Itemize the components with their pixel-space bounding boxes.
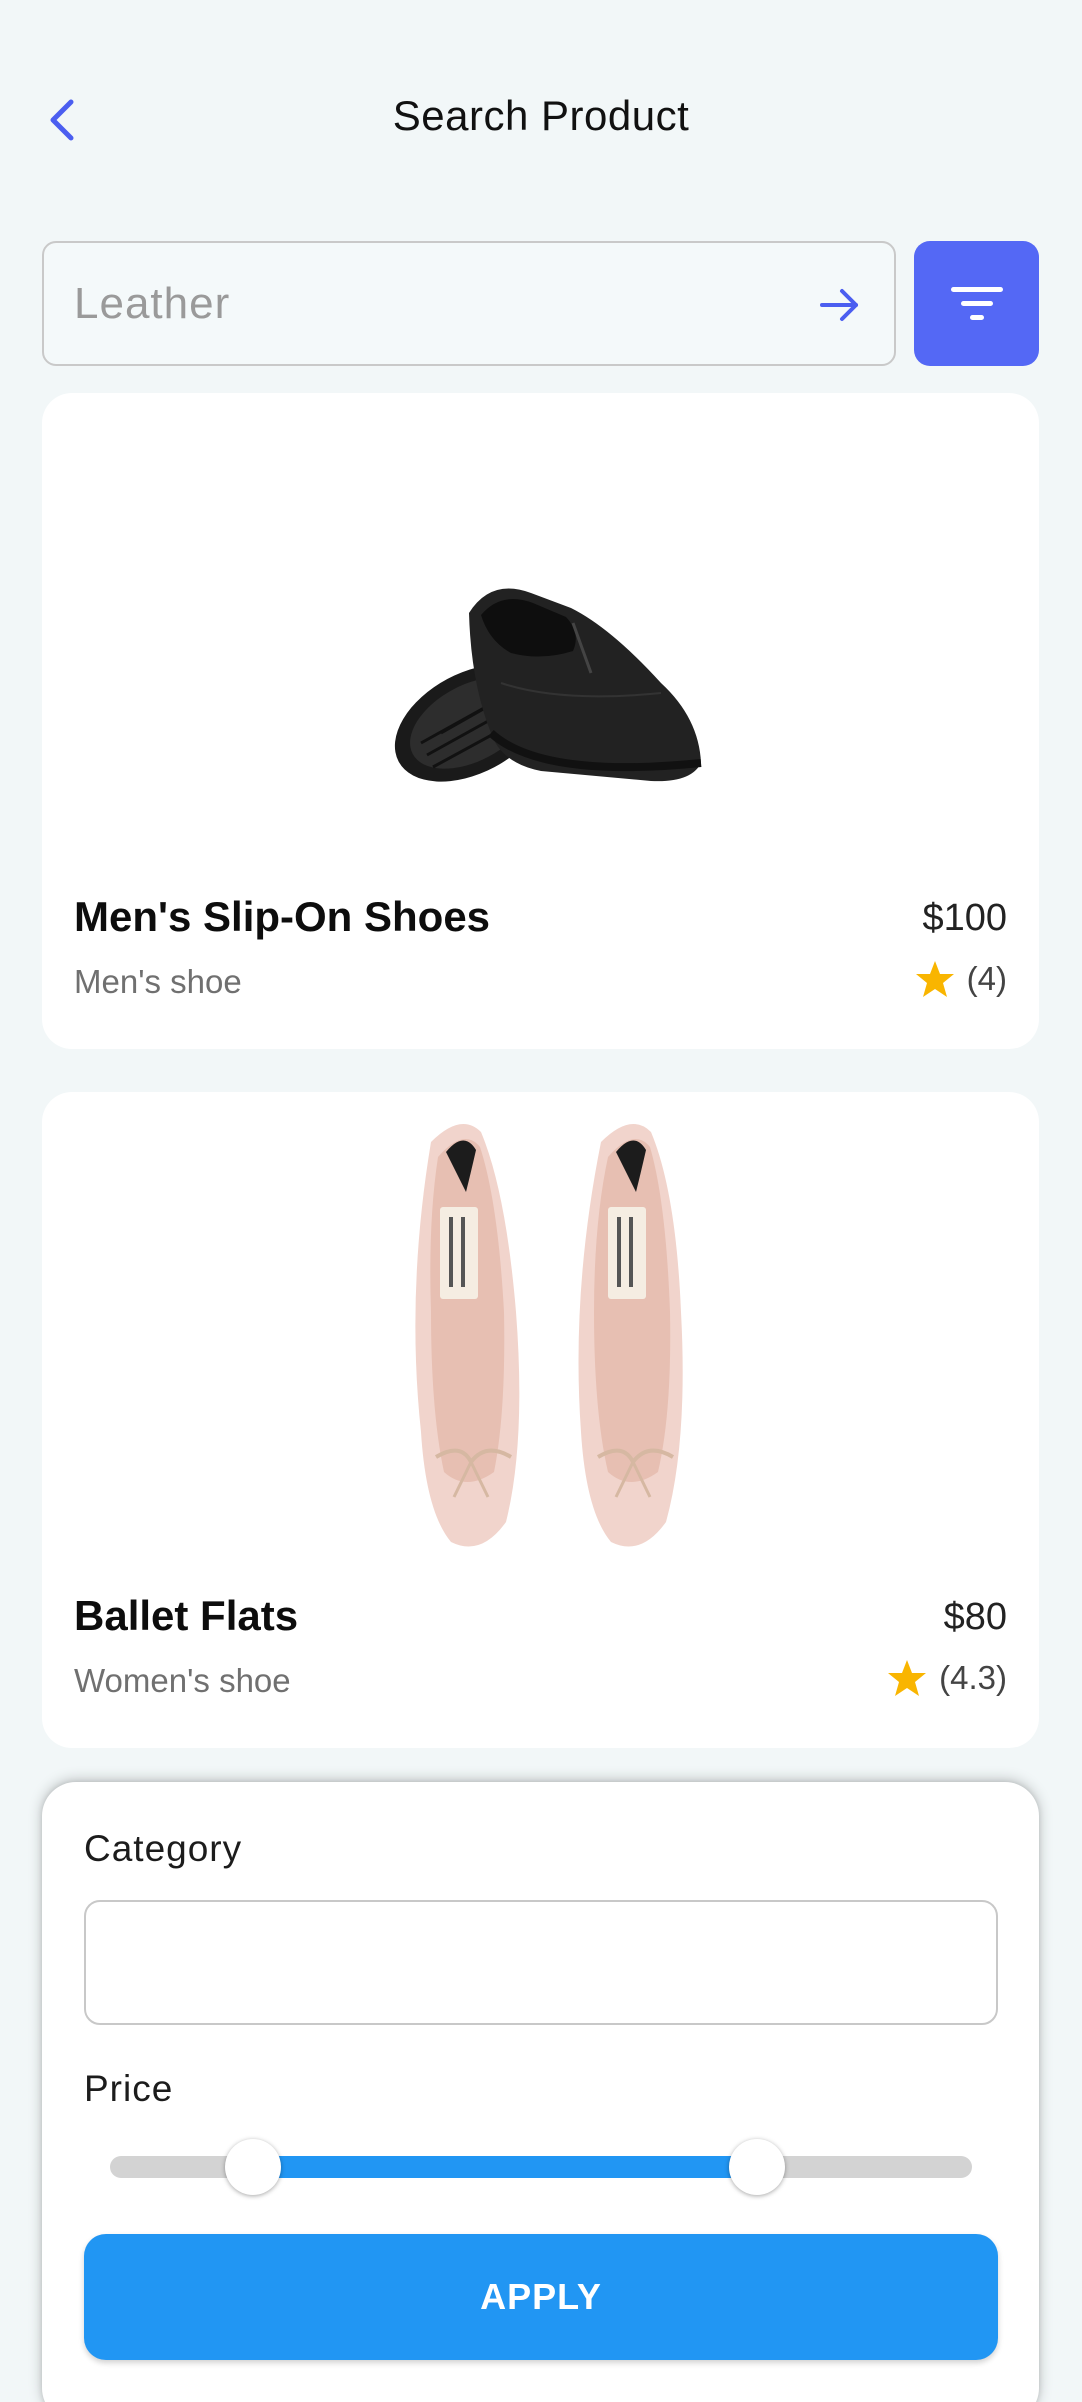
slip-on-shoe-image: [42, 393, 1039, 953]
product-price: $80: [943, 1596, 1007, 1638]
arrow-right-icon[interactable]: [814, 279, 866, 331]
flats-illustration: [414, 1124, 683, 1547]
product-name: Ballet Flats: [74, 1592, 299, 1639]
slider-selected-range: [253, 2156, 757, 2178]
star-icon: [888, 1660, 927, 1696]
apply-button[interactable]: APPLY: [84, 2234, 998, 2360]
filter-icon: [950, 286, 1003, 320]
rating-value: (4): [966, 960, 1007, 997]
category-label: Category: [84, 1828, 243, 1869]
product-category: Men's shoe: [74, 963, 242, 1000]
filter-button[interactable]: [914, 241, 1039, 366]
star-icon: [915, 961, 954, 997]
page-title: Search Product: [392, 92, 690, 139]
slider-thumb-max[interactable]: [728, 2139, 785, 2195]
rating-value: (4.3): [939, 1659, 1007, 1696]
slider-thumb-min[interactable]: [225, 2139, 282, 2195]
product-card[interactable]: Ballet Flats $80 Women's shoe (4.3): [42, 1092, 1039, 1748]
product-card[interactable]: Men's Slip-On Shoes $100 Men's shoe (4): [42, 393, 1039, 1049]
shoe-illustration: [394, 588, 701, 782]
category-input[interactable]: [86, 1902, 996, 2023]
product-name: Men's Slip-On Shoes: [74, 893, 491, 940]
price-range-slider[interactable]: [110, 2139, 972, 2195]
search-box: [42, 241, 896, 366]
category-field: [84, 1900, 998, 2025]
product-price: $100: [922, 897, 1007, 939]
ballet-flats-image: [42, 1102, 1039, 1572]
search-product-screen: Search Product Leather Men's Slip-On Sho…: [0, 0, 1082, 2402]
price-label: Price: [84, 2068, 174, 2109]
filter-panel: Category Price APPLY: [42, 1782, 1039, 2402]
product-rating: (4): [915, 959, 1007, 999]
app-header: Search Product: [0, 0, 1082, 240]
product-rating: (4.3): [887, 1658, 1007, 1698]
product-category: Women's shoe: [74, 1662, 291, 1699]
search-input[interactable]: [74, 243, 814, 364]
